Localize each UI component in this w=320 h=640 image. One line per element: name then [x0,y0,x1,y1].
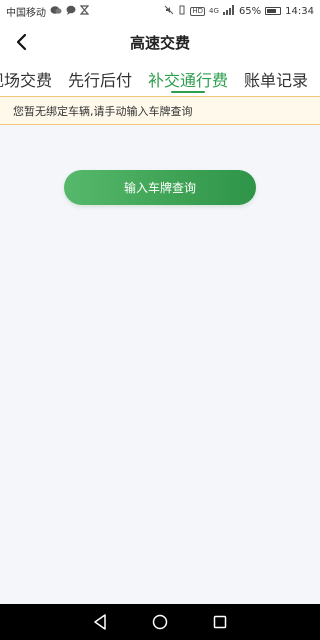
notice-text: 您暂无绑定车辆,请手动输入车牌查询 [13,104,193,118]
nav-home-button[interactable] [150,612,170,632]
nav-bar: 高速交费 [0,22,320,62]
triangle-back-icon [94,614,106,630]
system-nav-bar [0,604,320,640]
tab-pay-later[interactable]: 先行后付 [60,62,140,96]
tab-bill-records[interactable]: 账单记录 [236,62,316,96]
mute-icon [164,5,174,18]
circle-home-icon [152,614,168,630]
battery-percent: 65% [238,5,262,17]
status-bar: 中国移动 HD 4G 65% 14:34 [0,0,320,22]
signal-icon [222,4,235,18]
nav-recent-button[interactable] [210,612,230,632]
back-button[interactable] [10,30,34,54]
square-recent-icon [213,615,227,629]
status-left: 中国移动 [6,4,90,19]
battery-icon [265,7,282,15]
hd-badge: HD [190,6,206,16]
chevron-left-icon [16,33,27,51]
status-right: HD 4G 65% 14:34 [164,4,314,18]
page-title: 高速交费 [129,33,190,52]
nav-back-button[interactable] [90,612,110,632]
plate-query-button[interactable]: 输入车牌查询 [64,170,256,205]
wechat-notification-icon [50,5,62,18]
app-screen: 中国移动 HD 4G 65% 14:34 高速交费 场交费 先行后付 补交通行费… [0,0,320,640]
carrier-label: 中国移动 [6,7,46,19]
tab-bar: 现场交费 先行后付 补交通行费 账单记录 [0,62,320,96]
network-type-label: 4G [209,6,219,15]
hourglass-notification-icon [79,4,90,18]
tab-toll-supplement[interactable]: 补交通行费 [140,62,236,96]
notice-banner: 您暂无绑定车辆,请手动输入车牌查询 [0,96,320,125]
clock: 14:34 [285,5,314,17]
tab-onsite-payment[interactable]: 现场交费 [0,62,60,96]
vibrate-icon [178,5,186,18]
message-notification-icon [66,5,76,18]
